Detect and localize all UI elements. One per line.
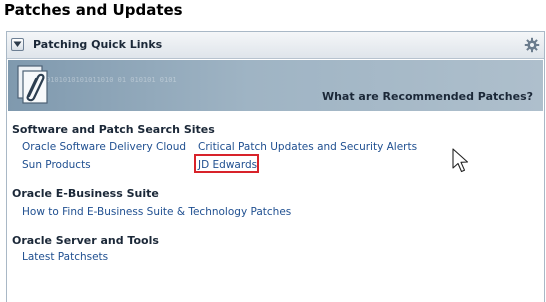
latest-patchsets-link[interactable]: Latest Patchsets xyxy=(22,251,108,263)
patches-banner: 0101010101011010 01 010101 0101 What are… xyxy=(8,60,543,111)
section-heading-software-search: Software and Patch Search Sites xyxy=(12,123,215,136)
jd-edwards-highlight-box xyxy=(194,154,259,173)
panel-title: Patching Quick Links xyxy=(33,38,163,51)
panel-header: Patching Quick Links xyxy=(7,32,544,59)
triangle-down-icon xyxy=(13,41,22,47)
mouse-pointer-icon xyxy=(452,148,469,173)
sun-products-link[interactable]: Sun Products xyxy=(22,159,91,171)
settings-button[interactable] xyxy=(524,37,540,53)
page-title: Patches and Updates xyxy=(4,1,183,19)
oracle-software-delivery-cloud-link[interactable]: Oracle Software Delivery Cloud xyxy=(22,141,186,153)
paperclip-document-icon xyxy=(17,65,48,104)
section-heading-ebusiness-suite: Oracle E-Business Suite xyxy=(12,187,159,200)
find-ebusiness-patches-link[interactable]: How to Find E-Business Suite & Technolog… xyxy=(22,206,291,218)
collapse-button[interactable] xyxy=(11,38,24,51)
section-heading-server-tools: Oracle Server and Tools xyxy=(12,234,159,247)
recommended-patches-link[interactable]: What are Recommended Patches? xyxy=(322,90,533,103)
critical-patch-updates-link[interactable]: Critical Patch Updates and Security Aler… xyxy=(198,141,417,153)
banner-binary-text: 0101010101011010 01 010101 0101 xyxy=(46,76,177,84)
gear-icon xyxy=(524,37,540,53)
